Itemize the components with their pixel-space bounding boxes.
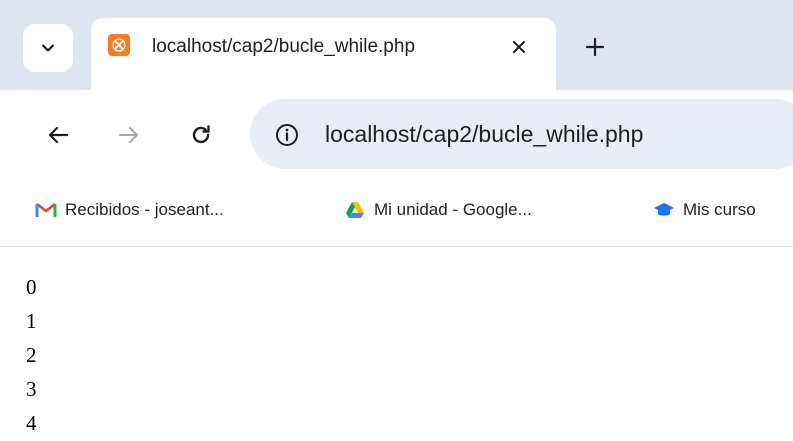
gmail-icon — [35, 199, 57, 221]
reload-button[interactable] — [186, 120, 216, 150]
php-output: 0 1 2 3 4 — [26, 270, 37, 440]
bookmark-mis-cursos[interactable]: Mis curso — [653, 197, 756, 223]
new-tab-button[interactable] — [582, 34, 608, 60]
close-icon — [513, 41, 525, 53]
bookmark-label: Recibidos - joseant... — [65, 200, 224, 219]
bookmark-label: Mi unidad - Google... — [374, 200, 532, 219]
plus-icon — [585, 37, 605, 57]
chevron-down-icon — [41, 44, 55, 52]
output-line: 2 — [26, 343, 37, 367]
google-drive-icon — [344, 199, 366, 221]
output-line: 0 — [26, 275, 37, 299]
arrow-left-icon — [48, 126, 69, 144]
url-text[interactable]: localhost/cap2/bucle_while.php — [325, 119, 643, 149]
output-line: 3 — [26, 377, 37, 401]
site-info-button[interactable] — [272, 120, 302, 150]
bookmark-google-drive[interactable]: Mi unidad - Google... — [344, 197, 532, 223]
tab-title: localhost/cap2/bucle_while.php — [152, 36, 416, 57]
reload-icon — [192, 125, 210, 144]
bookmark-gmail[interactable]: Recibidos - joseant... — [35, 197, 224, 223]
graduation-cap-icon — [653, 199, 675, 221]
output-line: 1 — [26, 309, 37, 333]
back-button[interactable] — [44, 120, 74, 150]
bookmark-label: Mis curso — [683, 200, 756, 219]
tab-search-button[interactable] — [23, 24, 73, 72]
tab-close-button[interactable] — [508, 36, 530, 58]
info-icon — [276, 124, 298, 146]
forward-button[interactable] — [113, 120, 143, 150]
page-content — [0, 247, 793, 441]
output-line: 4 — [26, 411, 37, 435]
xampp-icon — [108, 34, 130, 56]
arrow-right-icon — [119, 127, 138, 143]
